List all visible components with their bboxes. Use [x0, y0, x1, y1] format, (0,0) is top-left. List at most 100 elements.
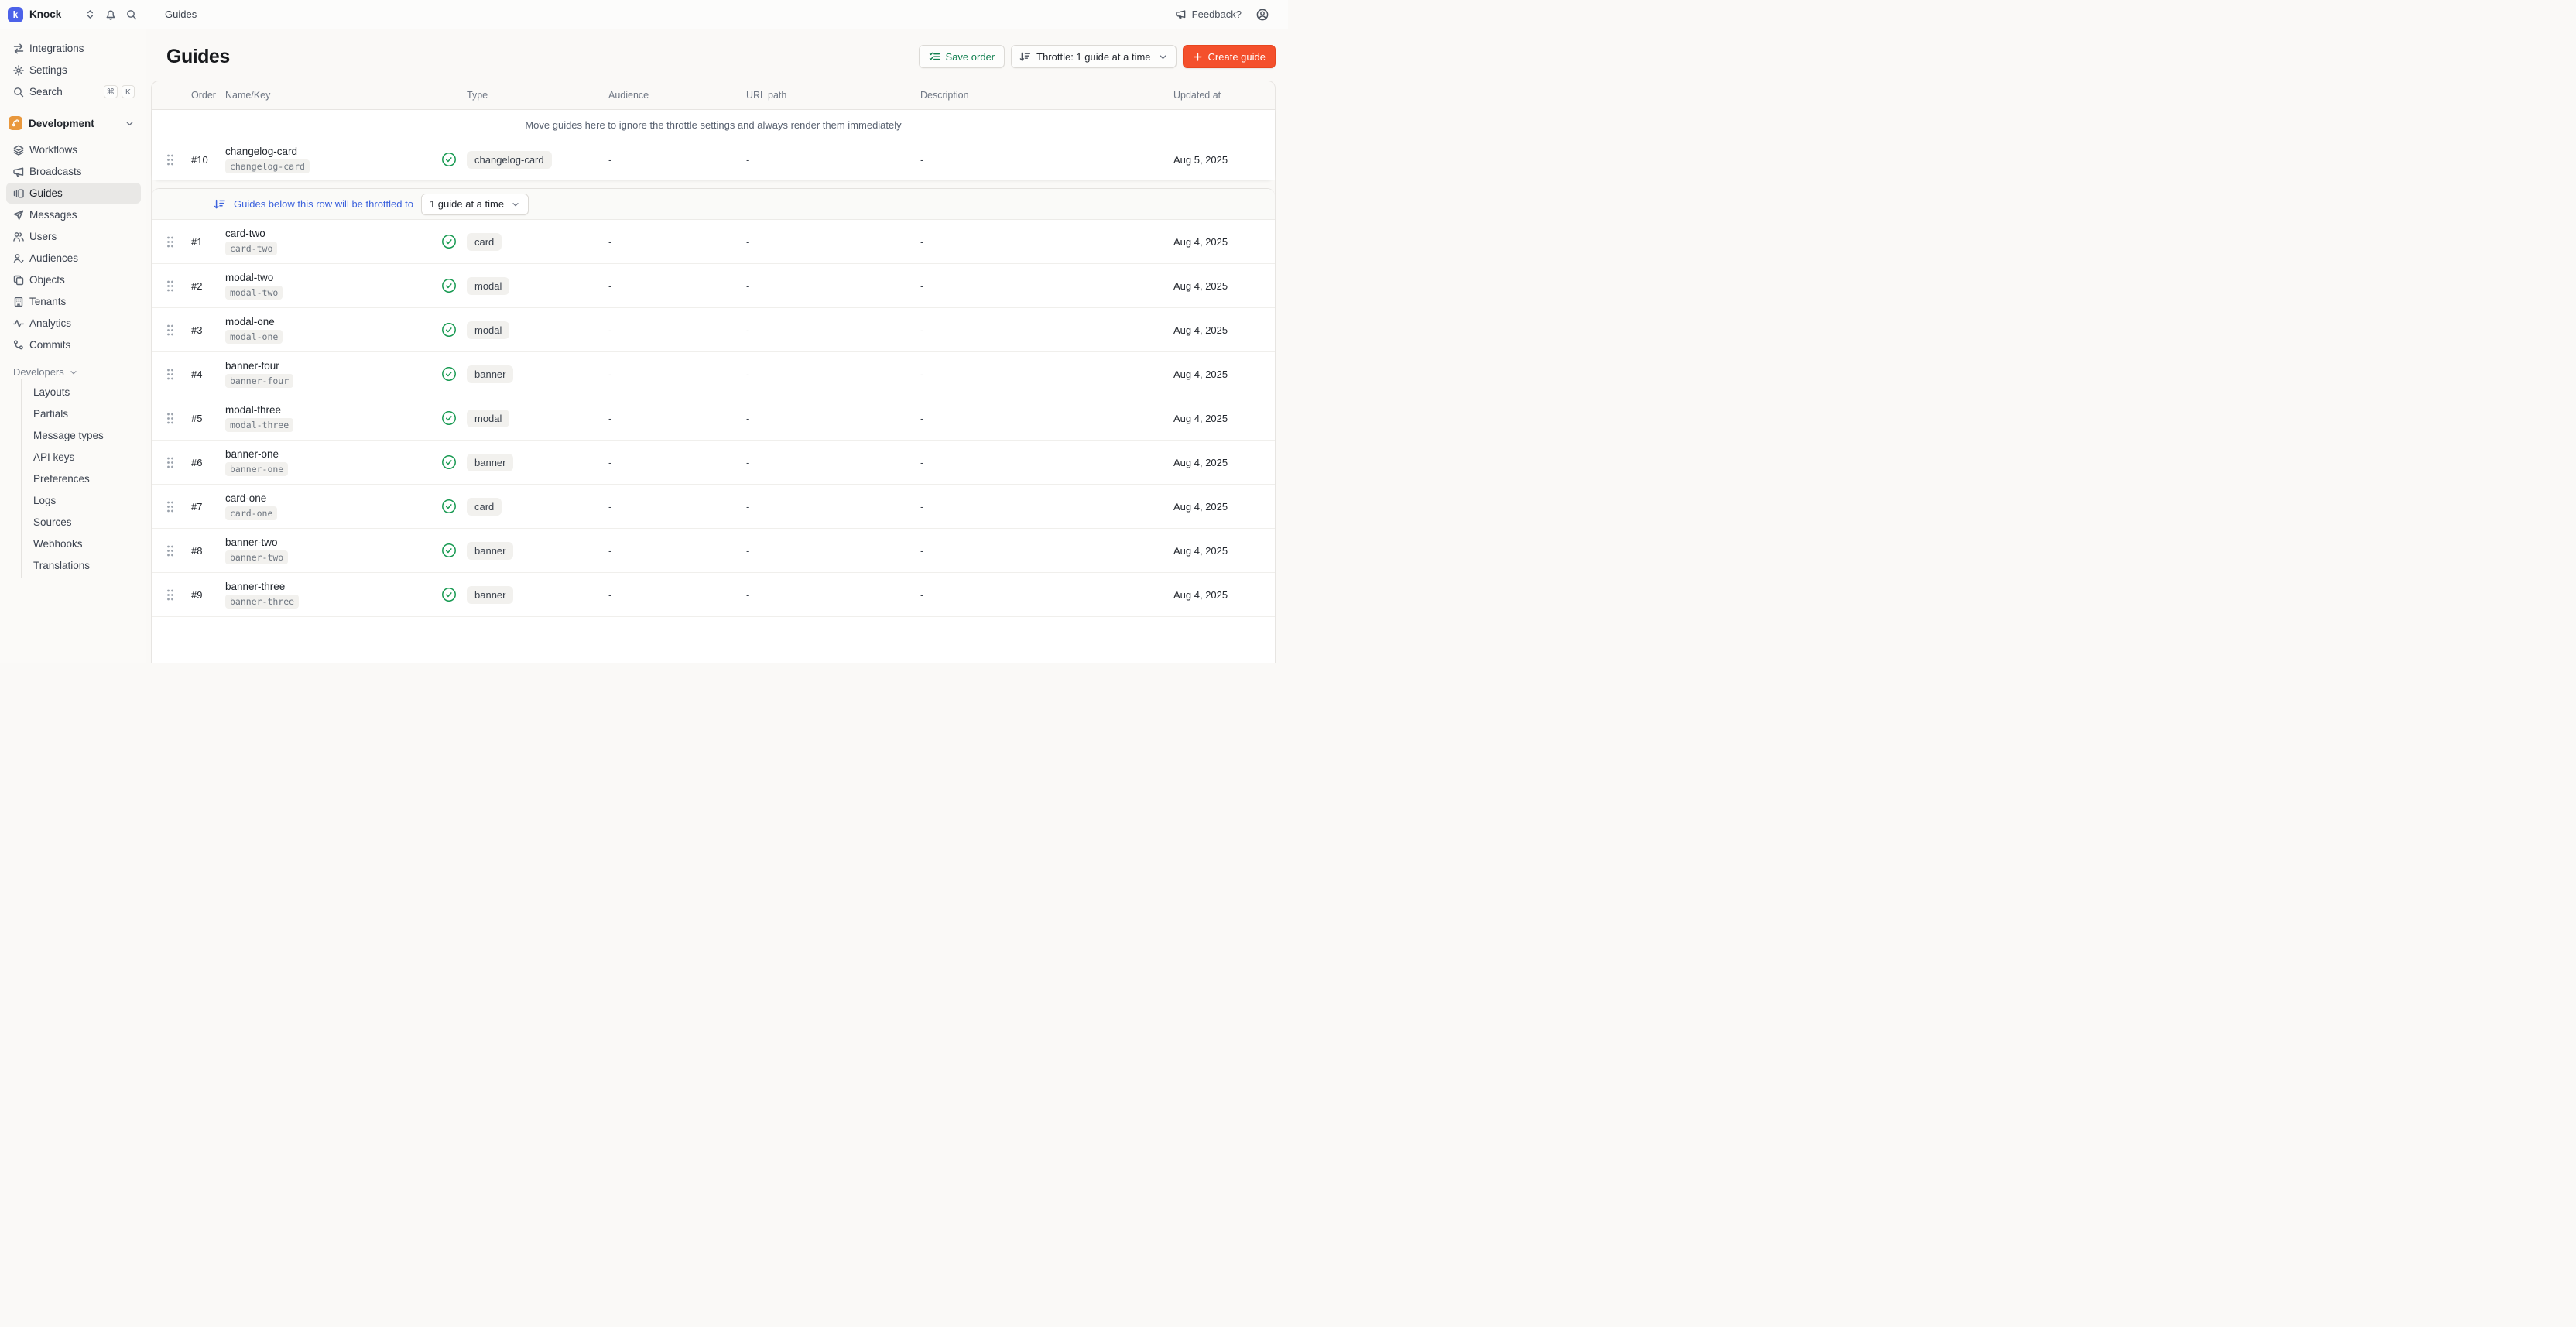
throttle-dropdown-button[interactable]: Throttle: 1 guide at a time — [1011, 45, 1176, 68]
guide-name: card-one — [225, 492, 440, 504]
table-header-row: Order Name/Key Type Audience URL path De… — [152, 81, 1275, 109]
branch-icon — [9, 116, 22, 130]
guide-type-badge: card — [467, 498, 502, 516]
notifications-bell-icon[interactable] — [104, 9, 117, 21]
breadcrumb[interactable]: Guides — [165, 9, 197, 20]
guide-audience: - — [607, 324, 745, 336]
app-window: k Knock Guides Feedback? — [0, 0, 1288, 664]
sidebar-item-label: Audiences — [29, 252, 78, 264]
feedback-button[interactable]: Feedback? — [1175, 9, 1242, 20]
guide-row[interactable]: #4 banner-four banner-four banner - - - … — [152, 352, 1275, 396]
guide-row[interactable]: #7 card-one card-one card - - - Aug 4, 2… — [152, 485, 1275, 529]
sidebar-subitem-label: Webhooks — [33, 538, 83, 550]
sidebar-item-search[interactable]: Search ⌘ K — [6, 81, 141, 102]
users-icon — [12, 231, 25, 243]
guide-audience: - — [607, 413, 745, 424]
guide-row[interactable]: #3 modal-one modal-one modal - - - Aug 4… — [152, 308, 1275, 352]
guide-updated-at: Aug 4, 2025 — [1173, 501, 1275, 513]
sidebar-item-integrations[interactable]: Integrations — [6, 38, 141, 59]
create-guide-button[interactable]: Create guide — [1183, 45, 1276, 68]
guide-type-badge: modal — [467, 410, 509, 427]
sidebar-item-guides[interactable]: Guides — [6, 183, 141, 204]
drag-handle[interactable] — [152, 235, 181, 249]
guide-row[interactable]: #5 modal-three modal-three modal - - - A… — [152, 396, 1275, 441]
sidebar-subitem[interactable]: Sources — [22, 511, 146, 533]
user-avatar-icon[interactable] — [1255, 8, 1269, 22]
guide-type-badge: modal — [467, 277, 509, 295]
sidebar-item-objects[interactable]: Objects — [6, 269, 141, 290]
guide-row[interactable]: #8 banner-two banner-two banner - - - Au… — [152, 529, 1275, 573]
drag-handle[interactable] — [152, 279, 181, 293]
drag-handle[interactable] — [152, 544, 181, 557]
guide-order: #3 — [181, 324, 220, 336]
sidebar-subitem[interactable]: Preferences — [22, 468, 146, 489]
sidebar-item-commits[interactable]: Commits — [6, 334, 141, 355]
sidebar-subitem[interactable]: Message types — [22, 424, 146, 446]
throttle-amount-select[interactable]: 1 guide at a time — [421, 194, 529, 215]
sidebar-subitem-label: Translations — [33, 560, 90, 571]
drag-handle[interactable] — [152, 412, 181, 425]
sidebar-item-broadcasts[interactable]: Broadcasts — [6, 161, 141, 182]
kbd-cmd: ⌘ — [104, 85, 118, 98]
guide-order: #8 — [181, 545, 220, 557]
guide-updated-at: Aug 4, 2025 — [1173, 280, 1275, 292]
sidebar-item-audiences[interactable]: Audiences — [6, 248, 141, 269]
status-active-check-icon — [441, 587, 457, 602]
guide-row[interactable]: #10 changelog-card changelog-card change… — [152, 139, 1275, 180]
environment-switcher[interactable]: Development — [6, 111, 141, 135]
guide-order: #6 — [181, 457, 220, 468]
sidebar-item-users[interactable]: Users — [6, 226, 141, 247]
guide-key-badge: card-one — [225, 506, 277, 520]
status-active-check-icon — [441, 366, 457, 382]
search-icon[interactable] — [125, 9, 138, 21]
guide-url-path: - — [745, 457, 919, 468]
guide-url-path: - — [745, 545, 919, 557]
sidebar-subitem[interactable]: Partials — [22, 403, 146, 424]
workspace-switcher-icon[interactable] — [84, 9, 96, 20]
sidebar-item-label: Broadcasts — [29, 166, 82, 177]
guide-name: banner-two — [225, 537, 440, 548]
status-active-check-icon — [441, 543, 457, 558]
guide-row[interactable]: #9 banner-three banner-three banner - - … — [152, 573, 1275, 617]
sidebar-item-tenants[interactable]: Tenants — [6, 291, 141, 312]
feedback-label: Feedback? — [1192, 9, 1242, 20]
sidebar-subitem[interactable]: Logs — [22, 489, 146, 511]
drag-handle[interactable] — [152, 153, 181, 166]
guide-updated-at: Aug 4, 2025 — [1173, 324, 1275, 336]
guide-row[interactable]: #6 banner-one banner-one banner - - - Au… — [152, 441, 1275, 485]
column-header-name-key: Name/Key — [220, 90, 440, 101]
guide-description: - — [919, 501, 1173, 513]
sidebar-subitem[interactable]: Webhooks — [22, 533, 146, 554]
save-order-button[interactable]: Save order — [919, 45, 1005, 68]
guide-audience: - — [607, 457, 745, 468]
gear-icon — [12, 64, 25, 77]
integrations-swap-icon — [12, 43, 25, 55]
drag-handle[interactable] — [152, 368, 181, 381]
sidebar-item-messages[interactable]: Messages — [6, 204, 141, 225]
sidebar-subitem[interactable]: Layouts — [22, 381, 146, 403]
sidebar-item-settings[interactable]: Settings — [6, 60, 141, 81]
chevron-down-icon — [125, 118, 135, 129]
sidebar-item-analytics[interactable]: Analytics — [6, 313, 141, 334]
guide-description: - — [919, 324, 1173, 336]
guide-description: - — [919, 457, 1173, 468]
drag-handle[interactable] — [152, 456, 181, 469]
guide-audience: - — [607, 236, 745, 248]
drag-handle[interactable] — [152, 588, 181, 602]
sidebar-subitem[interactable]: Translations — [22, 554, 146, 576]
guide-row[interactable]: #2 modal-two modal-two modal - - - Aug 4… — [152, 264, 1275, 308]
drag-handle[interactable] — [152, 500, 181, 513]
sidebar-item-workflows[interactable]: Workflows — [6, 139, 141, 160]
guide-key-badge: banner-four — [225, 374, 293, 388]
status-active-check-icon — [441, 278, 457, 293]
drag-handle[interactable] — [152, 324, 181, 337]
knock-logo: k — [8, 7, 23, 22]
guides-panel-icon — [12, 187, 25, 200]
sidebar-subitem[interactable]: API keys — [22, 446, 146, 468]
developers-section-toggle[interactable]: Developers — [13, 366, 141, 378]
guide-audience: - — [607, 545, 745, 557]
guide-description: - — [919, 236, 1173, 248]
guides-table: Order Name/Key Type Audience URL path De… — [151, 81, 1276, 664]
guide-row[interactable]: #1 card-two card-two card - - - Aug 4, 2… — [152, 220, 1275, 264]
guide-order: #1 — [181, 236, 220, 248]
